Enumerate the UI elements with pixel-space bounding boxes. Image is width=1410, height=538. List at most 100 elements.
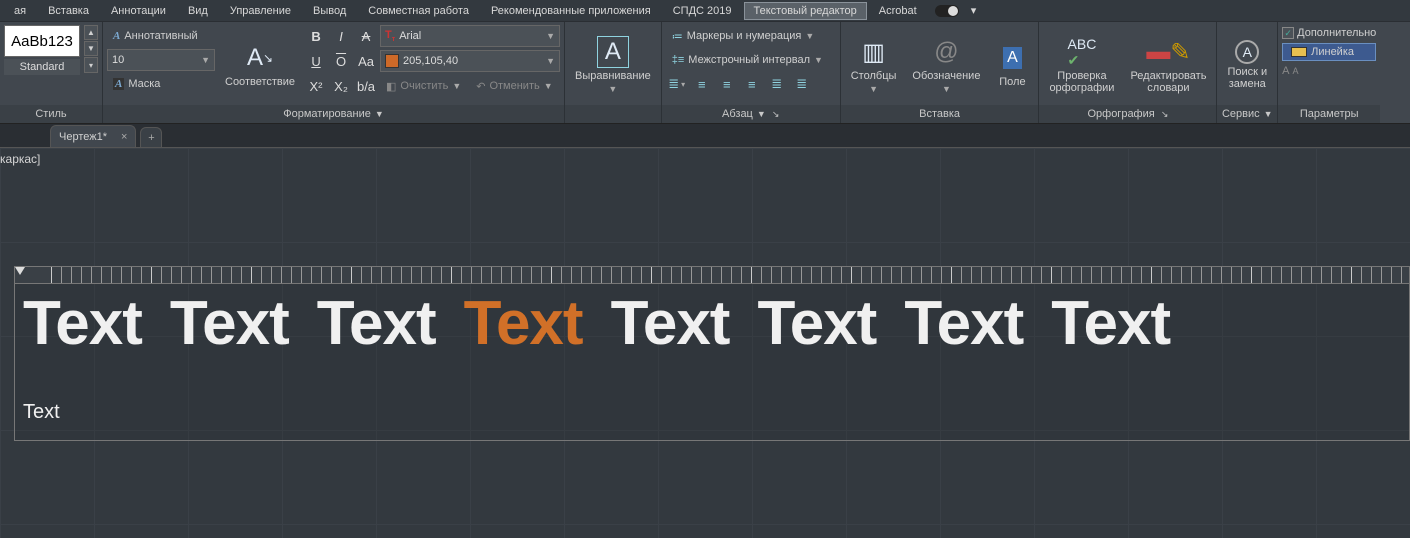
bold-button[interactable]: B	[305, 25, 327, 47]
spellcheck-button[interactable]: ABC✔ Проверка орфографии	[1043, 25, 1120, 105]
spellcheck-icon: ABC✔	[1066, 36, 1098, 68]
blank-line[interactable]	[23, 359, 1401, 401]
spacing-label: Межстрочный интервал	[688, 54, 810, 66]
word[interactable]: Text	[317, 288, 436, 359]
font-select[interactable]: Tт Arial ▼	[380, 25, 560, 47]
menu-item[interactable]: Управление	[220, 2, 301, 20]
ribbon: AaBb123 Standard ▲ ▼ ▾ Стиль A Аннотатив…	[0, 22, 1410, 124]
distribute-button[interactable]: ≣	[791, 73, 813, 95]
menu-item[interactable]: Вывод	[303, 2, 356, 20]
overline-button[interactable]: O	[330, 50, 352, 72]
style-preview: AaBb123	[4, 25, 80, 57]
ruler-toggle[interactable]: Линейка	[1282, 43, 1376, 61]
mask-toggle[interactable]: A Маска	[107, 73, 215, 95]
justify-button[interactable]: ≣	[766, 73, 788, 95]
document-tab[interactable]: Чертеж1* ×	[50, 125, 136, 147]
panel-alignment: A Выравнивание ▼	[565, 22, 662, 123]
menu-item[interactable]: Acrobat	[869, 2, 927, 20]
drawing-canvas[interactable]: каркас] Text Text Text Text Text Text Te…	[0, 148, 1410, 538]
font-size-input[interactable]: 10 ▼	[107, 49, 215, 71]
superscript-button[interactable]: X²	[305, 75, 327, 97]
extra-option[interactable]: ✓ Дополнительно	[1282, 27, 1376, 39]
match-properties-button[interactable]: A↘ Соответствие	[219, 25, 301, 105]
spellcheck-label: Проверка орфографии	[1049, 70, 1114, 94]
align-center-button[interactable]: ≡	[716, 73, 738, 95]
menu-item[interactable]: СПДС 2019	[663, 2, 742, 20]
menu-item[interactable]: ая	[4, 2, 36, 20]
panel-title: Форматирование▼	[103, 105, 564, 123]
caps-button[interactable]: Aa	[355, 50, 377, 72]
chevron-down-icon: ▼	[546, 56, 555, 66]
chevron-down-icon: ▼	[546, 31, 555, 41]
annotative-toggle[interactable]: A Аннотативный	[107, 25, 215, 47]
line-spacing-button[interactable]: ‡≡ Межстрочный интервал ▼	[666, 49, 836, 71]
at-icon: @	[930, 36, 962, 68]
panel-tools: A Поиск и замена Сервис▼	[1217, 22, 1278, 123]
ruler-label: Линейка	[1311, 46, 1354, 58]
word[interactable]: Text	[757, 288, 876, 359]
justify-default-button[interactable]: ≣▾	[666, 73, 688, 95]
menu-item[interactable]: Аннотации	[101, 2, 176, 20]
word[interactable]: Text	[1051, 288, 1170, 359]
font-value: Arial	[399, 30, 542, 42]
word[interactable]: Text	[23, 288, 142, 359]
close-icon[interactable]: ×	[121, 131, 127, 143]
underline-button[interactable]: U	[305, 50, 327, 72]
menu-item[interactable]: Рекомендованные приложения	[481, 2, 661, 20]
annotative-icon: A	[113, 30, 120, 42]
menu-item[interactable]: Вставка	[38, 2, 99, 20]
word[interactable]: Text	[611, 288, 730, 359]
chevron-down-icon: ▼	[805, 31, 814, 41]
menu-dropdown-icon[interactable]: ▾	[961, 1, 987, 20]
indent-marker-icon[interactable]	[15, 267, 25, 277]
undo-label: Отменить	[489, 80, 539, 92]
mask-label: Маска	[128, 78, 160, 90]
bullets-button[interactable]: ≔ Маркеры и нумерация ▼	[666, 25, 836, 47]
align-left-button[interactable]: ≡	[691, 73, 713, 95]
style-list-icon[interactable]: ▾	[84, 57, 98, 73]
word[interactable]: Text	[170, 288, 289, 359]
ruler-ticks	[15, 267, 1410, 283]
text-ruler[interactable]	[14, 266, 1410, 284]
panel-spacer	[565, 105, 661, 123]
menu-item[interactable]: Совместная работа	[358, 2, 479, 20]
document-tabbar: Чертеж1* × +	[0, 124, 1410, 148]
field-button[interactable]: A Поле	[990, 25, 1034, 105]
alignment-button[interactable]: A Выравнивание ▼	[569, 25, 657, 105]
symbol-button[interactable]: @ Обозначение ▼	[906, 25, 986, 105]
style-name: Standard	[4, 59, 80, 75]
strike-button[interactable]: A	[355, 25, 377, 47]
color-select[interactable]: 205,105,40 ▼	[380, 50, 560, 72]
stack-button[interactable]: b/a	[355, 75, 377, 97]
word[interactable]: Text	[904, 288, 1023, 359]
toggle-switch[interactable]	[935, 5, 959, 17]
find-replace-button[interactable]: A Поиск и замена	[1221, 25, 1273, 105]
match-label: Соответствие	[225, 76, 295, 88]
menu-item[interactable]: Вид	[178, 2, 218, 20]
text-line-2[interactable]: Text	[23, 401, 1401, 424]
align-icon: A	[597, 36, 629, 68]
text-line-1[interactable]: Text Text Text Text Text Text Text Text	[23, 288, 1401, 359]
subscript-button[interactable]: X₂	[330, 75, 352, 97]
mtext-editor[interactable]: Text Text Text Text Text Text Text Text …	[14, 266, 1410, 441]
chevron-down-icon: ▼	[869, 84, 878, 94]
panel-paragraph: ≔ Маркеры и нумерация ▼ ‡≡ Межстрочный и…	[662, 22, 841, 123]
edit-dict-button[interactable]: ▬✎ Редактировать словари	[1124, 25, 1212, 105]
text-content-box[interactable]: Text Text Text Text Text Text Text Text …	[14, 284, 1410, 441]
panel-title: Стиль	[0, 105, 102, 123]
new-tab-button[interactable]: +	[140, 127, 162, 147]
word-highlighted[interactable]: Text	[464, 288, 583, 359]
style-up-icon[interactable]: ▲	[84, 25, 98, 40]
font-size-value: 10	[112, 54, 197, 66]
undo-button[interactable]: ↶ Отменить ▼	[470, 75, 558, 97]
clear-format-button[interactable]: ◧ Очистить ▼	[380, 75, 467, 97]
chevron-down-icon: ▼	[544, 81, 553, 91]
columns-button[interactable]: ▥ Столбцы ▼	[845, 25, 903, 105]
menu-item-active[interactable]: Текстовый редактор	[744, 2, 867, 20]
italic-button[interactable]: I	[330, 25, 352, 47]
chevron-down-icon: ▼	[814, 55, 823, 65]
style-down-icon[interactable]: ▼	[84, 41, 98, 56]
chevron-down-icon: ▼	[452, 81, 461, 91]
align-right-button[interactable]: ≡	[741, 73, 763, 95]
scale-icon-small: A	[1292, 66, 1298, 76]
